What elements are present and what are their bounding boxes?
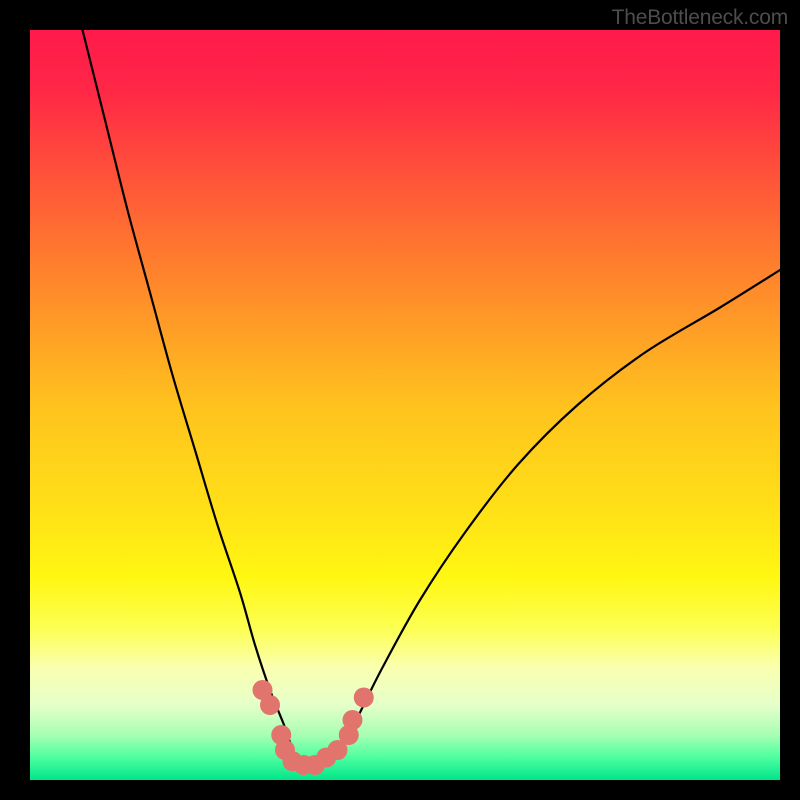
watermark-label: TheBottleneck.com [612,6,788,30]
highlight-dot [260,695,280,715]
gradient-background [30,30,780,780]
highlight-dot [354,688,374,708]
chart-frame: TheBottleneck.com [0,0,800,800]
bottleneck-chart [30,30,780,780]
highlight-dot [343,710,363,730]
